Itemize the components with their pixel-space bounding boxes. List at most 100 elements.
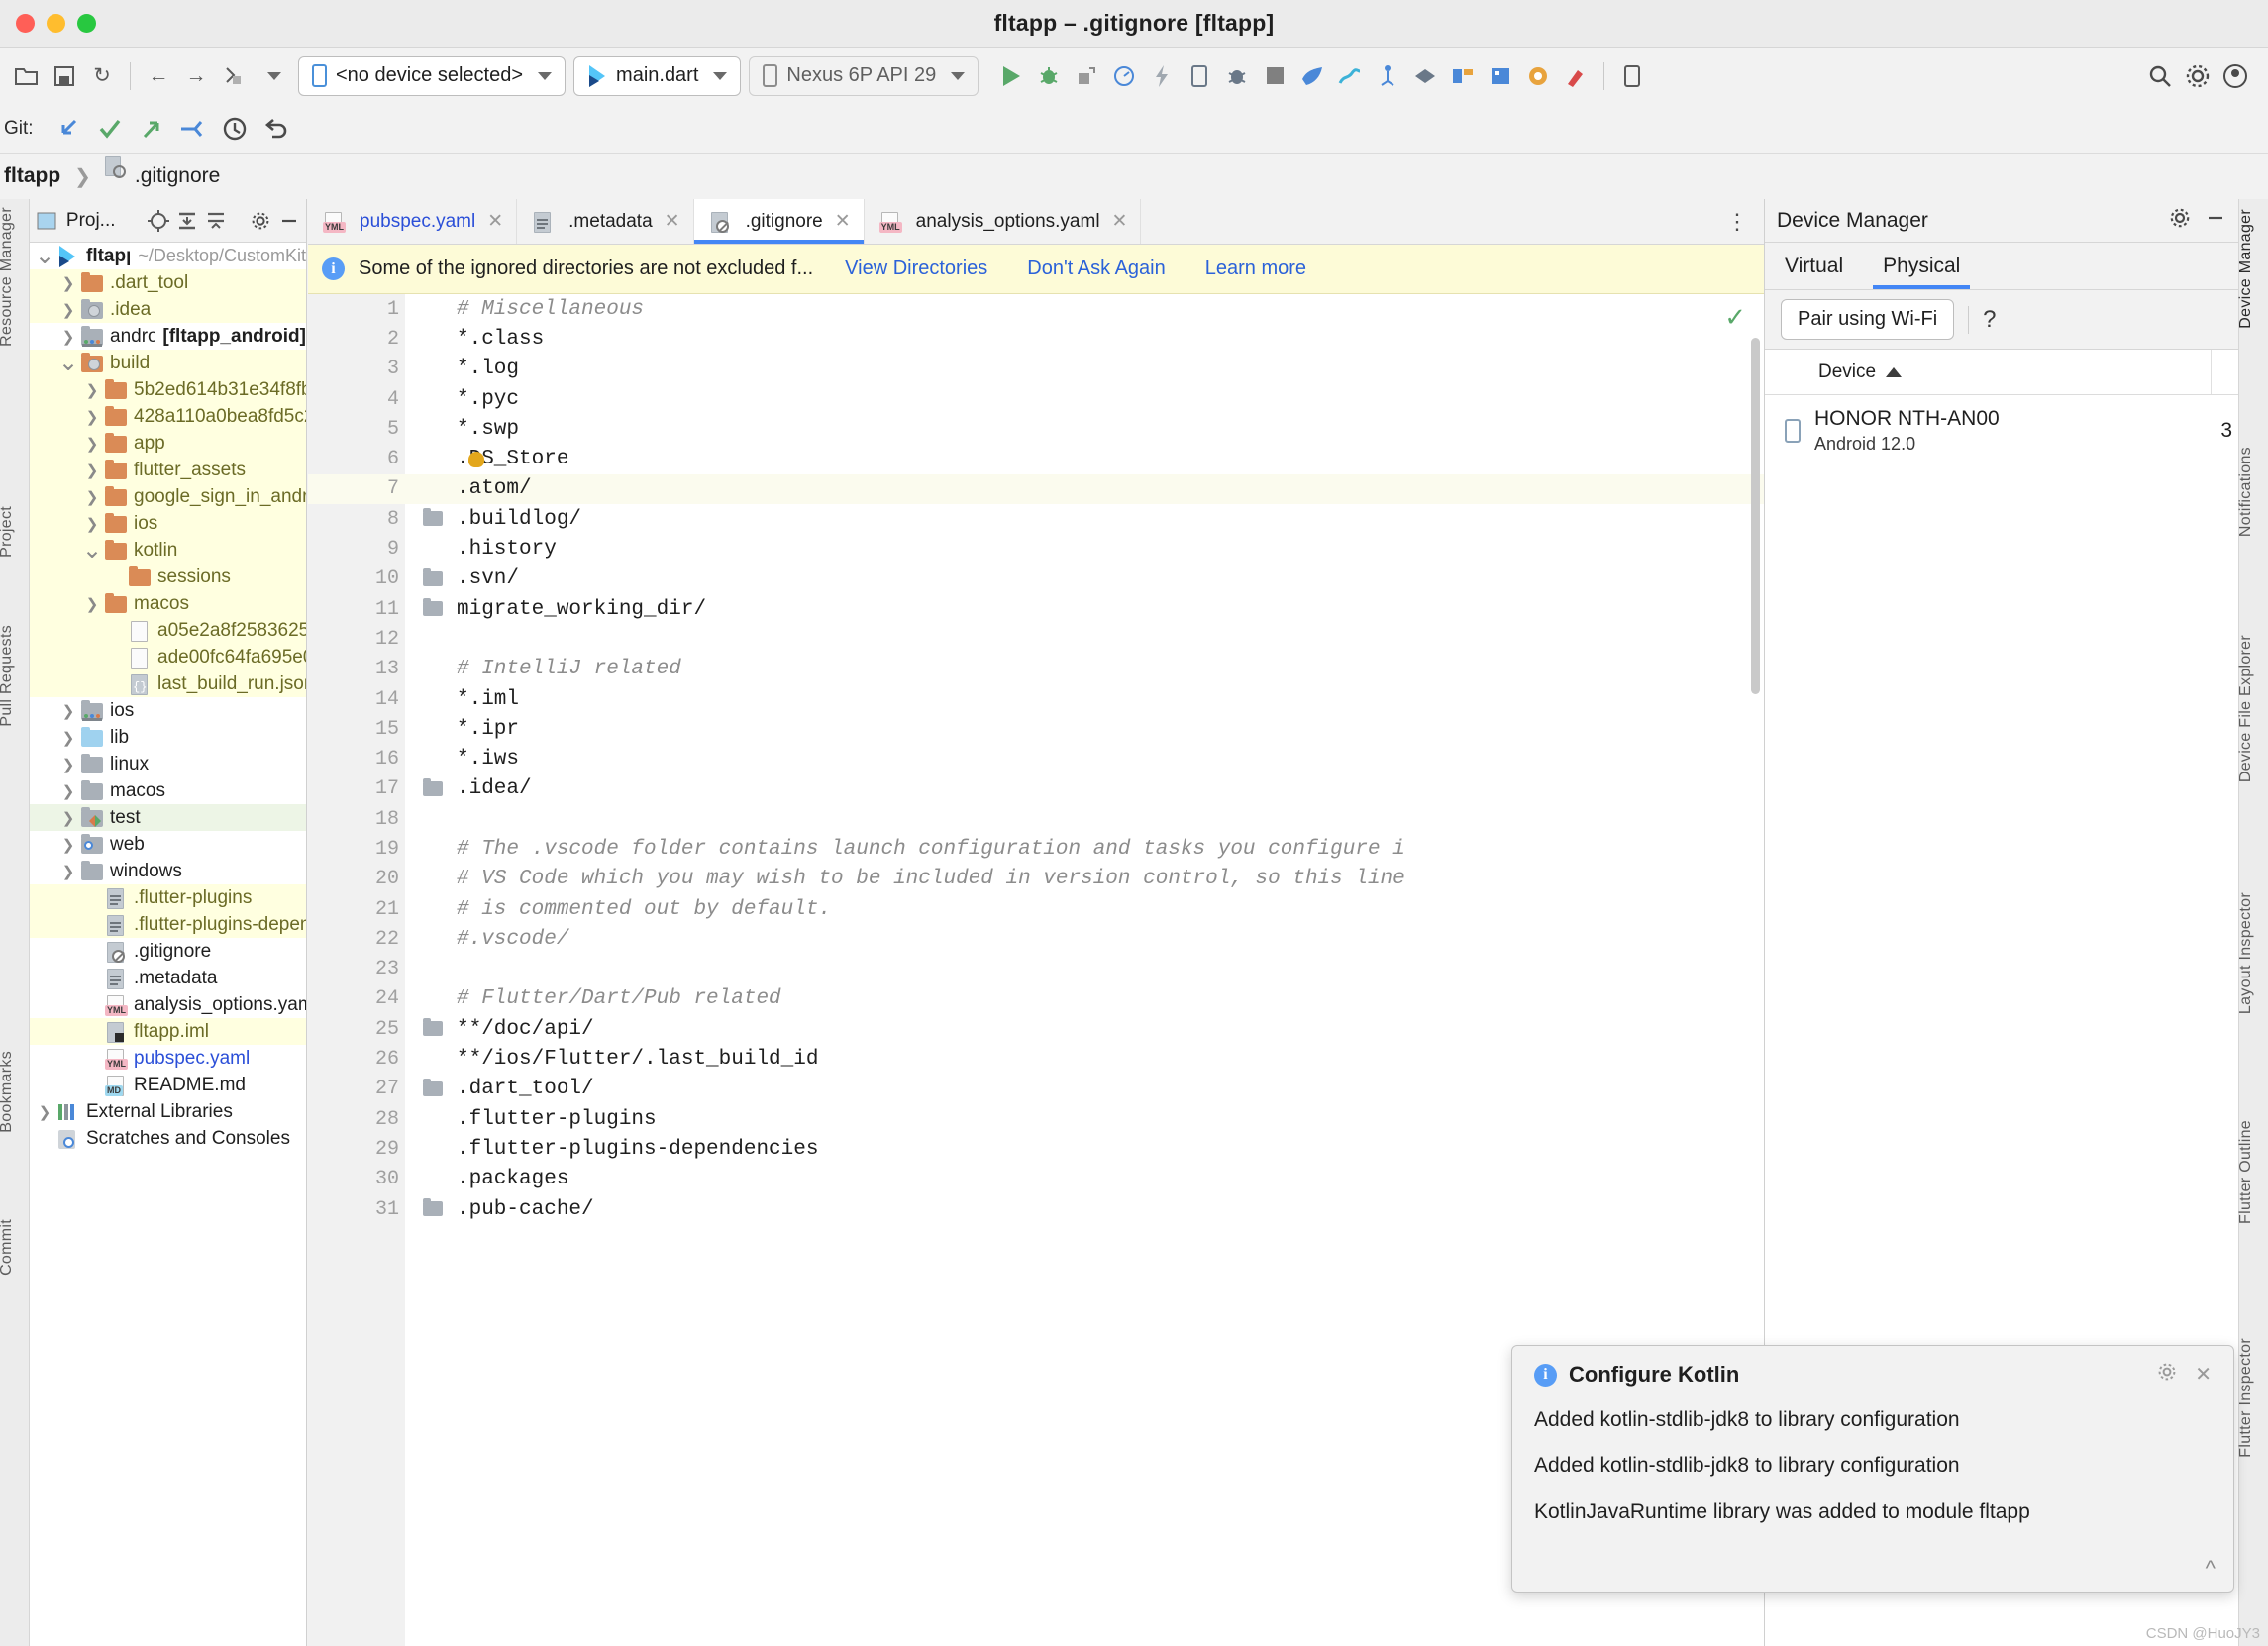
save-icon[interactable] <box>46 57 83 95</box>
tree-node-google-sign-in-androi[interactable]: ❯ google_sign_in_androi <box>30 483 306 510</box>
tree-node-ade00fc64fa695e0dae[interactable]: ade00fc64fa695e0dae <box>30 644 306 670</box>
tree-node-fltapp-iml[interactable]: fltapp.iml <box>30 1018 306 1045</box>
left-tab-bookmarks[interactable]: Bookmarks <box>0 1051 16 1133</box>
line-number[interactable]: 21 <box>308 894 405 924</box>
line-number[interactable]: 27 <box>308 1075 443 1104</box>
tree-node-windows[interactable]: ❯ windows <box>30 858 306 884</box>
tree-node-readme-md[interactable]: MD README.md <box>30 1072 306 1098</box>
chevron-right-icon[interactable]: ❯ <box>81 488 103 506</box>
history-icon[interactable] <box>214 112 256 146</box>
chevron-right-icon[interactable]: ❯ <box>57 836 79 854</box>
code-line[interactable]: *.class <box>457 324 1764 354</box>
close-icon[interactable]: ✕ <box>2195 1362 2212 1388</box>
expand-all-icon[interactable] <box>204 206 227 236</box>
app-inspection-icon[interactable] <box>1444 57 1482 95</box>
editor-tab-gitignore[interactable]: .gitignore ✕ <box>693 199 865 244</box>
close-icon[interactable]: ✕ <box>835 210 851 233</box>
device-manager-tab-physical[interactable]: Physical <box>1863 243 1980 289</box>
code-line[interactable]: .idea/ <box>457 774 1764 804</box>
code-line[interactable]: *.pyc <box>457 384 1764 414</box>
tree-node-sessions[interactable]: sessions <box>30 564 306 590</box>
line-number[interactable]: 3 <box>308 355 405 384</box>
line-number[interactable]: 26 <box>308 1044 405 1074</box>
chevron-right-icon[interactable]: ❯ <box>81 515 103 533</box>
line-number[interactable]: 10 <box>308 565 443 594</box>
code-line[interactable]: # IntelliJ related <box>457 655 1764 684</box>
code-line[interactable]: # is commented out by default. <box>457 894 1764 924</box>
tree-node-macos[interactable]: ❯ macos <box>30 777 306 804</box>
tree-node-app[interactable]: ❯ app <box>30 430 306 457</box>
push-icon[interactable] <box>131 112 172 146</box>
code-line[interactable]: .flutter-plugins <box>457 1104 1764 1134</box>
tree-node-flutter-assets[interactable]: ❯ flutter_assets <box>30 457 306 483</box>
line-number[interactable]: 30 <box>308 1165 405 1194</box>
editor-tab-options-icon[interactable]: ⋮ <box>1710 199 1764 244</box>
build-icon[interactable] <box>215 57 253 95</box>
line-number[interactable]: 8 <box>308 504 443 534</box>
learn-more-link[interactable]: Learn more <box>1205 257 1306 280</box>
locate-icon[interactable] <box>147 206 170 236</box>
device-selector-dropdown[interactable]: <no device selected> <box>298 55 567 96</box>
tree-node-pubspec-yaml[interactable]: YML pubspec.yaml <box>30 1045 306 1072</box>
run-configuration-dropdown[interactable]: main.dart <box>573 55 742 96</box>
tree-node-flutter-plugins-dependen[interactable]: .flutter-plugins-dependen <box>30 911 306 938</box>
editor-tab-pubspec-yaml[interactable]: YML pubspec.yaml ✕ <box>308 199 518 244</box>
line-number[interactable]: 23 <box>308 955 405 984</box>
right-tab-layout-inspector[interactable]: Layout Inspector <box>2237 892 2255 1014</box>
code-line[interactable]: migrate_working_dir/ <box>457 594 1764 624</box>
chevron-right-icon[interactable]: ❯ <box>57 729 79 747</box>
code-line[interactable]: .packages <box>457 1165 1764 1194</box>
chevron-right-icon[interactable]: ❯ <box>34 1103 55 1121</box>
build-dropdown-icon[interactable] <box>253 57 290 95</box>
line-number[interactable]: 1 <box>308 294 405 324</box>
tree-node-dart-tool[interactable]: ❯ .dart_tool <box>30 269 306 296</box>
settings-gear-icon[interactable] <box>249 206 271 236</box>
pair-using-wifi-button[interactable]: Pair using Wi-Fi <box>1781 299 1955 340</box>
close-icon[interactable]: ✕ <box>665 210 680 233</box>
code-line[interactable]: *.swp <box>457 414 1764 444</box>
chevron-right-icon[interactable]: ❯ <box>81 408 103 426</box>
breadcrumb-file[interactable]: .gitignore <box>135 164 220 188</box>
tree-node-macos[interactable]: ❯ macos <box>30 590 306 617</box>
tree-node-flutter-plugins[interactable]: .flutter-plugins <box>30 884 306 911</box>
tree-node-last-build-run-json[interactable]: {} last_build_run.json <box>30 670 306 697</box>
layout-inspector-icon[interactable] <box>1406 57 1444 95</box>
chevron-down-icon[interactable]: ⌄ <box>81 538 103 562</box>
chevron-right-icon[interactable]: ❯ <box>57 274 79 292</box>
device-manager-icon[interactable] <box>1613 57 1651 95</box>
line-number[interactable]: 5 <box>308 414 405 444</box>
device-column-header[interactable]: Device <box>1804 361 2211 383</box>
line-number[interactable]: 22 <box>308 924 405 954</box>
resource-manager-icon[interactable] <box>1519 57 1557 95</box>
tree-node-android[interactable]: ❯ android [fltapp_android] <box>30 323 306 350</box>
code-line[interactable]: .atom/ <box>405 473 1764 505</box>
right-tab-device-manager[interactable]: Device Manager <box>2237 209 2255 329</box>
code-line[interactable]: # Flutter/Dart/Pub related <box>457 984 1764 1014</box>
line-number[interactable]: 24 <box>308 984 405 1014</box>
line-number[interactable]: 11 <box>308 594 443 624</box>
editor-tab-metadata[interactable]: .metadata ✕ <box>517 199 694 244</box>
right-tab-flutter-inspector[interactable]: Flutter Inspector <box>2237 1338 2255 1458</box>
chevron-right-icon[interactable]: ❯ <box>57 782 79 800</box>
line-number[interactable]: 31 <box>308 1194 443 1224</box>
device-row[interactable]: HONOR NTH-AN00 Android 12.0 3 <box>1765 395 2238 466</box>
tree-node-fltapp[interactable]: ⌄ fltapp ~/Desktop/CustomKit <box>30 243 306 269</box>
right-tab-device-file-explorer[interactable]: Device File Explorer <box>2237 635 2255 782</box>
chevron-right-icon[interactable]: ❯ <box>57 809 79 827</box>
chevron-right-icon[interactable]: ❯ <box>81 381 103 399</box>
line-number[interactable]: 20 <box>308 865 405 894</box>
tree-node-ios[interactable]: ❯ ios <box>30 510 306 537</box>
tree-node-idea[interactable]: ❯ .idea <box>30 296 306 323</box>
chevron-up-icon[interactable]: ^ <box>2206 1556 2216 1582</box>
code-line[interactable] <box>457 955 1764 984</box>
tree-node-linux[interactable]: ❯ linux <box>30 751 306 777</box>
settings-gear-icon[interactable] <box>2169 207 2191 235</box>
chevron-right-icon[interactable]: ❯ <box>57 756 79 773</box>
flutter-inspector-icon[interactable] <box>1293 57 1331 95</box>
code-line[interactable]: # The .vscode folder contains launch con… <box>457 834 1764 864</box>
code-line[interactable]: **/ios/Flutter/.last_build_id <box>457 1044 1764 1074</box>
forward-arrow-icon[interactable]: → <box>177 57 215 95</box>
line-number[interactable]: 17 <box>308 774 443 804</box>
line-number[interactable]: 6 <box>308 444 405 473</box>
code-line[interactable]: *.iws <box>457 744 1764 773</box>
